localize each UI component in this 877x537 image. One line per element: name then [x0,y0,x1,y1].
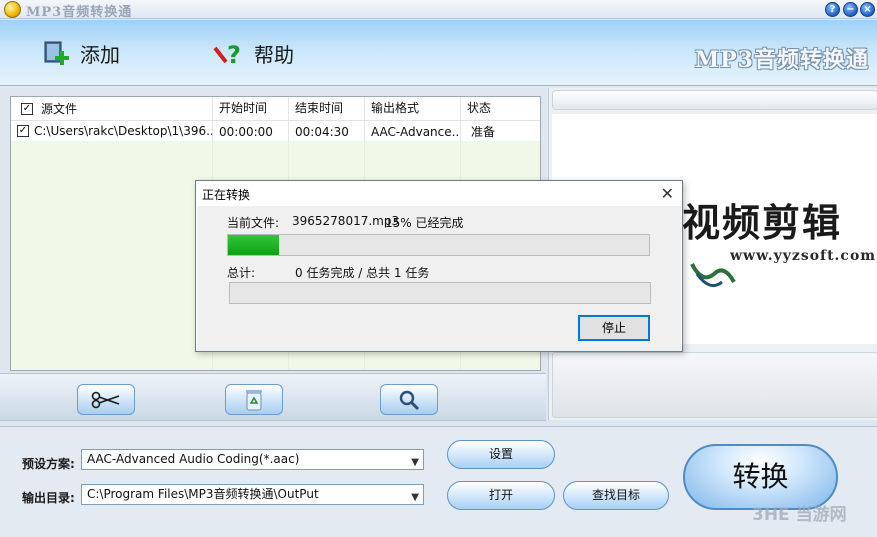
preset-value: AAC-Advanced Audio Coding(*.aac) [87,452,300,466]
header-source[interactable]: ✓ 源文件 [11,97,213,120]
logo-title: 视频剪辑 [682,200,843,245]
cell-start: 00:00:00 [213,121,289,141]
minimize-button[interactable]: − [843,2,858,17]
cut-button[interactable] [77,384,135,415]
title-bar: MP3音频转换通 ? − × [0,0,877,20]
current-file-name: 3965278017.mp3 [292,214,400,228]
header-source-label: 源文件 [41,101,78,116]
table-row[interactable]: ✓ C:\Users\rakc\Desktop\1\396... 00:00:0… [11,121,540,141]
help-window-button[interactable]: ? [825,2,840,17]
total-progress-bar [229,282,651,304]
preset-label: 预设方案: [22,457,75,471]
window-title: MP3音频转换通 [26,5,133,20]
progress-dialog: 正在转换 ✕ 当前文件: 3965278017.mp3 15% 已经完成 总计:… [195,180,683,352]
list-header: ✓ 源文件 开始时间 结束时间 输出格式 状态 [11,97,540,121]
recycle-button[interactable] [225,384,283,415]
source-path: C:\Users\rakc\Desktop\1\396... [34,124,213,138]
select-all-checkbox[interactable]: ✓ [21,102,33,115]
header-start[interactable]: 开始时间 [213,97,289,120]
header-format[interactable]: 输出格式 [365,97,461,120]
add-file-icon [44,41,69,65]
header-end[interactable]: 结束时间 [289,97,365,120]
toolbar: 添加 ? 帮助 MP3音频转换通 [0,20,877,86]
preview-footer [552,352,877,418]
preset-select[interactable]: AAC-Advanced Audio Coding(*.aac) ▼ [81,449,424,470]
cell-end: 00:04:30 [289,121,365,141]
row-checkbox[interactable]: ✓ [17,125,29,137]
close-icon[interactable]: ✕ [661,184,674,203]
action-strip [0,373,546,421]
output-select[interactable]: C:\Program Files\MP3音频转换通\OutPut ▼ [81,484,424,505]
app-icon [4,1,21,18]
dialog-title: 正在转换 [202,188,251,202]
watermark: 3HE 当游网 [752,505,847,525]
add-label: 添加 [80,42,120,67]
current-progress-fill [228,235,279,255]
add-button[interactable]: 添加 [42,38,120,68]
chevron-down-icon: ▼ [411,457,419,468]
logo-url: www.yyzsoft.com [730,248,877,264]
output-label: 输出目录: [22,491,75,505]
cell-status: 准备 [471,125,496,139]
chevron-down-icon: ▼ [411,492,419,503]
total-status: 0 任务完成 / 总共 1 任务 [295,266,430,280]
find-target-button[interactable]: 查找目标 [563,481,669,510]
search-button[interactable] [380,384,438,415]
recycle-icon [246,389,262,410]
cell-source: ✓ C:\Users\rakc\Desktop\1\396... [11,121,213,141]
header-status[interactable]: 状态 [461,97,540,120]
current-file-label: 当前文件: [227,216,280,230]
help-label: 帮助 [254,42,294,67]
magnifier-icon [399,390,420,410]
settings-button[interactable]: 设置 [447,440,555,469]
total-label: 总计: [227,266,256,280]
help-button[interactable]: ? 帮助 [212,38,294,68]
cell-format: AAC-Advance... [365,121,461,141]
help-tools-icon: ? [213,41,241,68]
current-progress-bar [227,234,650,256]
brand-logo: MP3音频转换通 [694,47,869,73]
output-value: C:\Program Files\MP3音频转换通\OutPut [87,487,319,501]
preview-header [552,90,877,110]
svg-text:?: ? [227,41,241,68]
current-file-status: 15% 已经完成 [385,216,464,230]
open-button[interactable]: 打开 [447,481,555,510]
scissors-icon [91,391,120,408]
stop-button[interactable]: 停止 [578,315,650,341]
close-button[interactable]: × [860,2,875,17]
